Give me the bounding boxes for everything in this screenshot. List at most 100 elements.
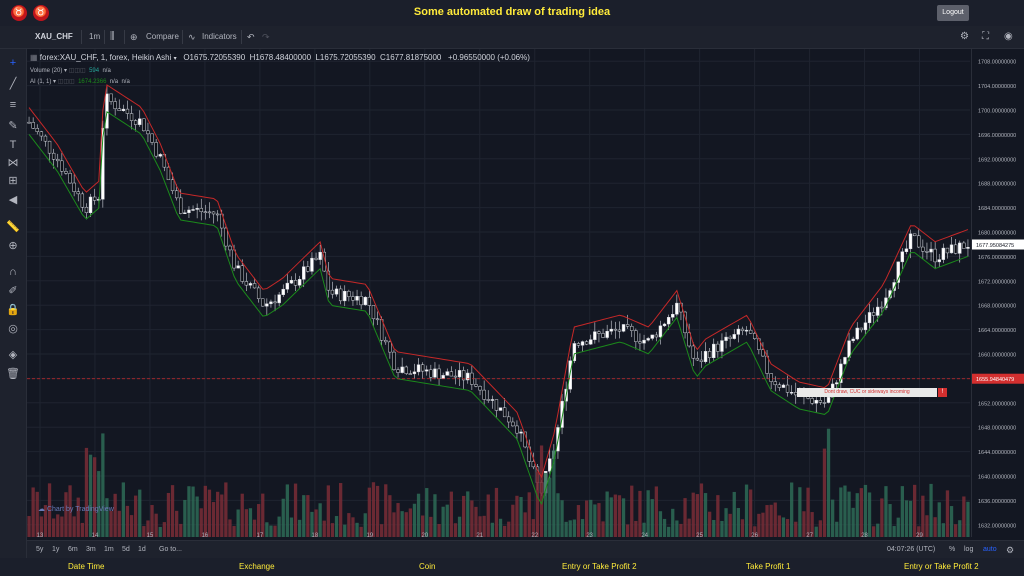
price-tick-label: 1696.00000000 bbox=[978, 133, 1016, 139]
range-5d[interactable]: 5d bbox=[122, 541, 130, 559]
magnet-icon[interactable]: ∩ bbox=[4, 264, 22, 280]
redo-icon[interactable]: ↷ bbox=[262, 26, 270, 48]
zoom-in-icon[interactable]: ⊕ bbox=[4, 238, 22, 254]
forecast-icon[interactable]: ⊞ bbox=[4, 173, 22, 189]
price-axis-canvas: 1708.00000000 1704.00000000 1700.00000000 1… bbox=[972, 60, 1024, 529]
snapshot-icon[interactable]: ◉ bbox=[1004, 26, 1013, 48]
legend-buttons-icon[interactable]: ◫◫◫ bbox=[58, 79, 75, 85]
candle-body bbox=[597, 331, 601, 334]
candle-body bbox=[347, 291, 351, 297]
candle-body bbox=[174, 190, 179, 199]
brush-icon[interactable]: ✎ bbox=[4, 118, 22, 134]
time-tick-label: 13 bbox=[37, 533, 44, 539]
candle-body bbox=[117, 108, 121, 111]
time-tick-label: 26 bbox=[751, 533, 758, 539]
fib-icon[interactable]: ≡ bbox=[4, 97, 22, 113]
lock-icon[interactable]: 🔒 bbox=[4, 302, 22, 318]
legend-open: O1675.72055390 bbox=[183, 53, 246, 62]
chart-pane[interactable] bbox=[27, 49, 970, 537]
symbol-search[interactable]: XAU_CHF bbox=[35, 26, 73, 48]
volume-legend: Volume (20) ▾ ◫◫◫ 594 n/a bbox=[30, 67, 111, 74]
range-5y[interactable]: 5y bbox=[36, 541, 43, 559]
candle-body bbox=[634, 330, 638, 342]
candle-body bbox=[953, 244, 958, 254]
footer-entry-tp2[interactable]: Entry or Take Profit 2 bbox=[562, 562, 637, 571]
candle-style-icon[interactable]: ⫼ bbox=[110, 26, 115, 48]
percent-toggle[interactable]: % bbox=[949, 541, 955, 559]
candle-body bbox=[105, 93, 109, 129]
candle-body bbox=[507, 416, 511, 423]
legend-series[interactable]: forex:XAU_CHF, 1, forex, Heikin Ashi bbox=[40, 53, 172, 62]
price-tick-label: 1648.00000000 bbox=[978, 426, 1016, 432]
time-tick-label: 18 bbox=[312, 533, 319, 539]
settings-icon[interactable]: ⚙ bbox=[1006, 541, 1014, 559]
trade-idea-annotation[interactable]: Dont draw, CUC or sideways incoming bbox=[797, 388, 937, 397]
ai-label[interactable]: AI (1, 1) bbox=[30, 79, 51, 85]
chevron-down-icon[interactable]: ▾ bbox=[174, 56, 177, 62]
range-1d[interactable]: 1d bbox=[138, 541, 146, 559]
logout-button[interactable]: Logout bbox=[937, 5, 969, 21]
volume-label[interactable]: Volume (20) bbox=[30, 68, 62, 74]
log-toggle[interactable]: log bbox=[964, 541, 973, 559]
range-1m[interactable]: 1m bbox=[104, 541, 114, 559]
settings-icon[interactable]: ⚙ bbox=[960, 26, 969, 48]
footer-tp1[interactable]: Take Profit 1 bbox=[746, 562, 790, 571]
range-6m[interactable]: 6m bbox=[68, 541, 78, 559]
alert-flag-icon[interactable]: ! bbox=[938, 388, 947, 397]
candle-body bbox=[261, 298, 265, 307]
trend-line-icon[interactable]: ╱ bbox=[4, 76, 22, 92]
chevron-down-icon[interactable]: ▾ bbox=[64, 68, 67, 74]
candle-body bbox=[613, 328, 618, 331]
goto-button[interactable]: Go to... bbox=[159, 541, 182, 559]
time-axis[interactable]: 13 14 15 16 17 18 19 20 21 22 23 24 25 26 27 28 29 bbox=[27, 528, 970, 540]
candle-body bbox=[744, 329, 749, 332]
candle-body bbox=[35, 128, 39, 132]
candle-body bbox=[293, 280, 298, 286]
toolbar-divider bbox=[104, 30, 105, 44]
candle-body bbox=[847, 340, 851, 358]
price-tick-label: 1708.00000000 bbox=[978, 60, 1016, 66]
time-tick-label: 19 bbox=[366, 533, 373, 539]
candle-body bbox=[203, 211, 208, 213]
indicators-button[interactable]: Indicators bbox=[202, 26, 237, 48]
footer-coin[interactable]: Coin bbox=[419, 562, 435, 571]
trash-icon[interactable]: 🗑 bbox=[4, 366, 22, 382]
pattern-icon[interactable]: ⋈ bbox=[4, 155, 22, 171]
drawing-mode-icon[interactable]: ✐ bbox=[4, 283, 22, 299]
back-arrow-icon[interactable]: ◀ bbox=[4, 192, 22, 208]
footer-date-time[interactable]: Date Time bbox=[68, 562, 104, 571]
compare-button[interactable]: Compare bbox=[146, 26, 179, 48]
chart-canvas[interactable] bbox=[27, 49, 970, 537]
text-icon[interactable]: T bbox=[4, 137, 22, 153]
candle-body bbox=[699, 359, 704, 362]
time-tick-label: 16 bbox=[202, 533, 209, 539]
candle-body bbox=[912, 233, 917, 237]
fullscreen-icon[interactable]: ⛶ bbox=[982, 26, 989, 48]
time-tick-label: 29 bbox=[916, 533, 923, 539]
clock-time[interactable]: 04:07:26 (UTC) bbox=[887, 541, 935, 559]
range-1y[interactable]: 1y bbox=[52, 541, 59, 559]
indicators-icon[interactable]: ∿ bbox=[188, 26, 196, 48]
footer-exchange[interactable]: Exchange bbox=[239, 562, 275, 571]
candle-body bbox=[125, 108, 130, 114]
layers-icon[interactable]: ◈ bbox=[4, 347, 22, 363]
ruler-icon[interactable]: 📏 bbox=[4, 219, 22, 235]
candle-body bbox=[129, 113, 134, 121]
tradingview-watermark[interactable]: ☁ Chart by TradingView bbox=[38, 505, 114, 513]
candle-body bbox=[691, 345, 695, 359]
crosshair-icon[interactable]: + bbox=[4, 55, 22, 71]
candle-body bbox=[625, 324, 630, 327]
chevron-down-icon[interactable]: ▾ bbox=[53, 79, 56, 85]
candle-body bbox=[412, 371, 417, 375]
footer-entry-tp2-b[interactable]: Entry or Take Profit 2 bbox=[904, 562, 979, 571]
compare-icon[interactable]: ⊕ bbox=[130, 26, 138, 48]
candle-body bbox=[351, 296, 355, 301]
undo-icon[interactable]: ↶ bbox=[247, 26, 255, 48]
eye-icon[interactable]: ◎ bbox=[4, 321, 22, 337]
legend-buttons-icon[interactable]: ◫◫◫ bbox=[69, 68, 86, 74]
range-3m[interactable]: 3m bbox=[86, 541, 96, 559]
price-axis[interactable]: 1708.00000000 1704.00000000 1700.00000000 1… bbox=[971, 49, 1024, 537]
interval-button[interactable]: 1m bbox=[89, 26, 100, 48]
auto-toggle[interactable]: auto bbox=[983, 541, 997, 559]
candle-body bbox=[548, 458, 552, 472]
